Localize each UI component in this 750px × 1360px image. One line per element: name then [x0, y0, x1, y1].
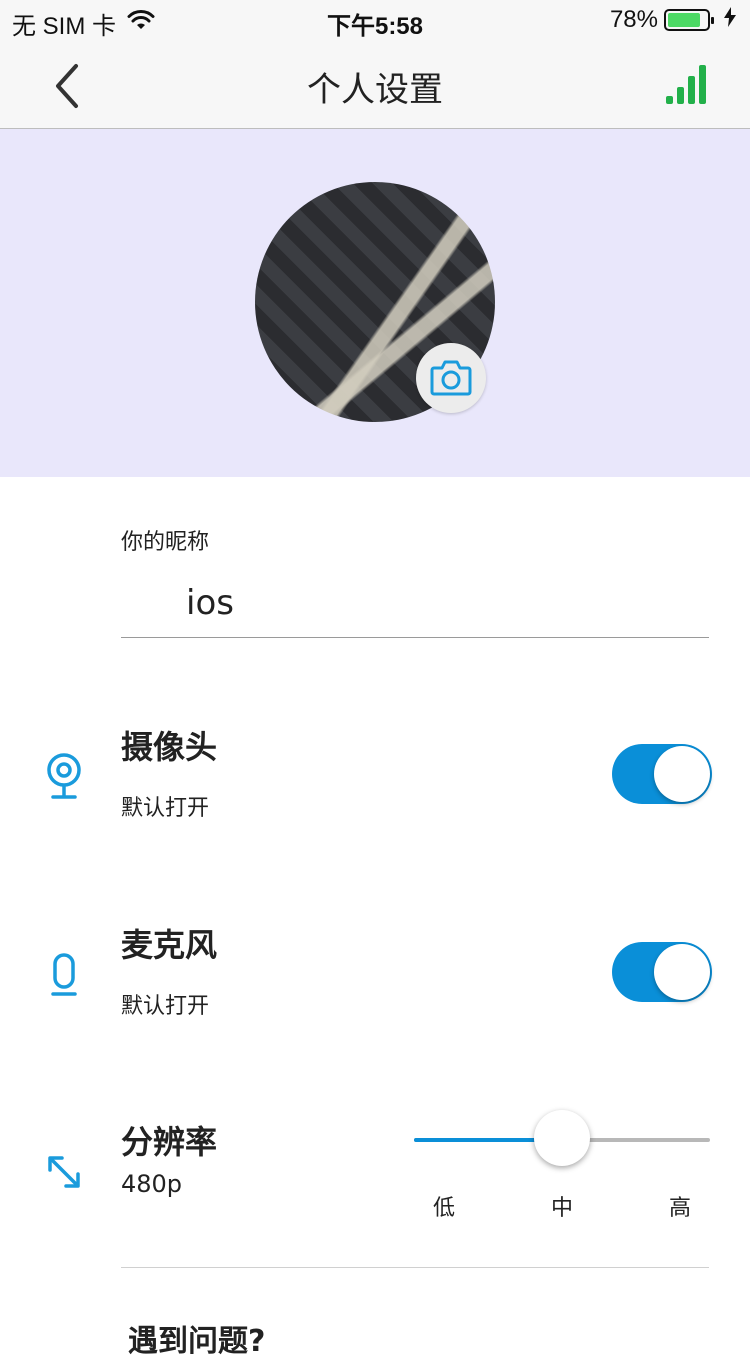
microphone-setting-subtitle: 默认打开	[121, 994, 210, 1019]
resolution-setting-title: 分辨率	[121, 1123, 218, 1161]
network-status-button[interactable]	[664, 62, 710, 108]
status-bar: 无 SIM 卡 下午5:58 78%	[0, 0, 750, 40]
change-avatar-button[interactable]	[416, 343, 486, 413]
camera-icon	[430, 360, 472, 396]
microphone-icon	[44, 952, 84, 1000]
divider	[121, 1267, 709, 1268]
page-title: 个人设置	[307, 70, 443, 110]
nickname-input[interactable]	[121, 568, 709, 638]
webcam-icon	[44, 752, 84, 800]
battery-icon	[664, 9, 714, 31]
nickname-label: 你的昵称	[121, 530, 210, 555]
help-section-title[interactable]: 遇到问题?	[128, 1316, 265, 1360]
resolution-option-medium[interactable]: 中	[542, 1190, 582, 1222]
camera-toggle[interactable]	[612, 744, 712, 804]
resize-icon	[44, 1152, 84, 1200]
toggle-knob	[654, 944, 710, 1000]
camera-setting-subtitle: 默认打开	[121, 796, 210, 821]
charging-bolt-icon	[724, 6, 736, 34]
battery-percent: 78%	[609, 6, 658, 33]
toggle-knob	[654, 746, 710, 802]
resolution-option-high[interactable]: 高	[660, 1190, 700, 1222]
microphone-setting-title: 麦克风	[121, 926, 218, 964]
microphone-toggle[interactable]	[612, 942, 712, 1002]
resolution-option-low[interactable]: 低	[424, 1190, 464, 1222]
signal-bars-icon	[666, 65, 706, 104]
resolution-slider-thumb[interactable]	[534, 1110, 590, 1166]
status-right: 78%	[610, 6, 736, 34]
camera-setting-title: 摄像头	[121, 728, 218, 766]
navigation-bar: 个人设置	[0, 40, 750, 129]
profile-header	[0, 129, 750, 477]
resolution-value: 480p	[121, 1170, 183, 1198]
